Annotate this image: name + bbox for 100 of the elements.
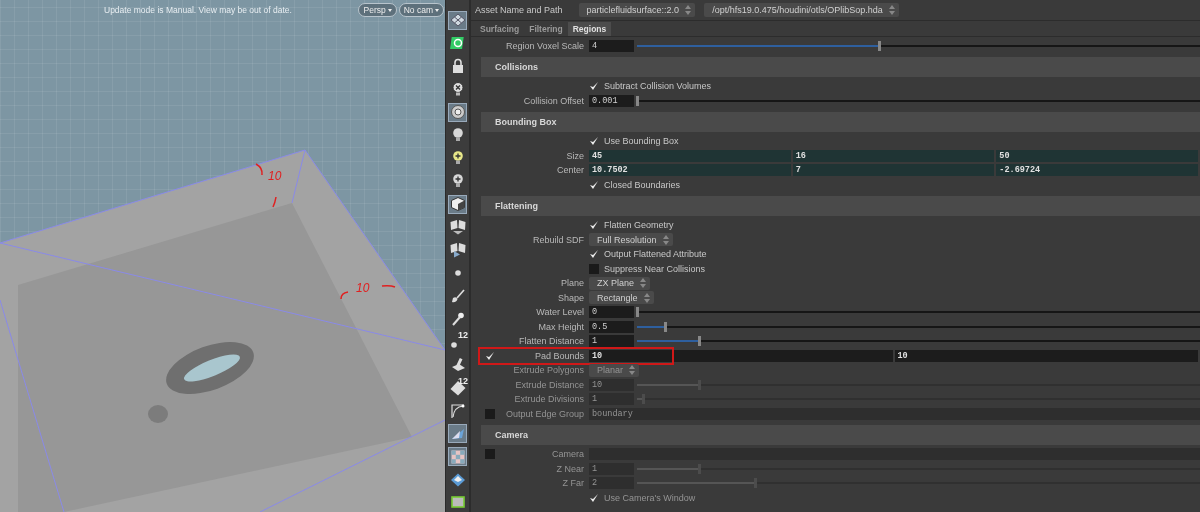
dot-icon	[451, 342, 457, 349]
checker-icon	[449, 448, 466, 465]
vector-field[interactable]: 50	[996, 149, 1198, 162]
vector-field[interactable]: 45	[589, 149, 791, 162]
slider-track[interactable]	[637, 94, 1200, 107]
tab[interactable]: Regions	[567, 22, 612, 36]
asset-name-dropdown[interactable]: particlefluidsurface::2.0	[578, 3, 696, 17]
frame-icon	[449, 494, 466, 511]
number-field[interactable]: 0.5	[589, 320, 634, 333]
slider-handle[interactable]	[636, 307, 639, 318]
vector-field[interactable]: 10	[589, 349, 893, 362]
tool-button[interactable]	[448, 194, 467, 214]
diamond-icon	[449, 471, 466, 488]
slider-track[interactable]	[637, 462, 1200, 475]
parameter-label: Extrude Polygons	[513, 365, 584, 376]
slider-handle[interactable]	[878, 40, 882, 51]
updown-icon	[629, 365, 635, 376]
section-header[interactable]: Flattening	[481, 195, 1200, 216]
section-header[interactable]: Camera	[481, 424, 1200, 445]
view-menu-button[interactable]: Persp	[358, 3, 397, 17]
bracket-mark	[340, 291, 349, 300]
parameter-label: Output Edge Group	[505, 408, 584, 419]
dropdown[interactable]: Rectangle	[589, 291, 654, 305]
slider-track[interactable]	[637, 393, 1200, 406]
parameter-label: Extrude Distance	[515, 379, 584, 390]
parameter-label: Water Level	[536, 307, 584, 318]
slider-handle[interactable]	[697, 336, 701, 347]
curve-icon	[449, 402, 466, 419]
parameter-label: Region Voxel Scale	[505, 40, 584, 51]
checkbox-label: Flatten Geometry	[604, 220, 674, 231]
slider-track[interactable]	[637, 477, 1200, 490]
slider-handle[interactable]	[636, 95, 639, 106]
checkbox[interactable]	[589, 263, 599, 274]
grid-icon	[449, 12, 466, 29]
tool-button[interactable]	[448, 401, 467, 421]
asset-path-dropdown[interactable]: /opt/hfs19.0.475/houdini/otls/OPlibSop.hda	[704, 3, 899, 17]
slider-track[interactable]	[637, 320, 1200, 333]
tool-button[interactable]: 12	[448, 378, 467, 398]
number-field[interactable]: 4	[589, 39, 634, 52]
dropdown[interactable]: Full Resolution	[589, 233, 673, 247]
parameter-label: Size	[566, 150, 584, 161]
checkbox-label: Use Bounding Box	[604, 136, 679, 147]
number-field[interactable]: 0.001	[589, 94, 634, 107]
vector-field[interactable]: -2.69724	[996, 164, 1198, 177]
slider-track[interactable]	[637, 378, 1200, 391]
updown-icon	[888, 5, 895, 15]
bracket-mark	[272, 196, 277, 208]
tool-button[interactable]	[448, 447, 467, 467]
brush-icon	[449, 287, 466, 304]
parameter-label: Pad Bounds	[534, 350, 584, 361]
section-header[interactable]: Bounding Box	[481, 111, 1200, 132]
viewport[interactable]: 10 10 Update mode is Manual. View may be out of date. Persp No cam	[0, 0, 445, 512]
number-field[interactable]: 0	[589, 306, 634, 319]
checkbox-label: Output Flattened Attribute	[604, 249, 707, 260]
updown-icon	[685, 5, 692, 15]
parameter-label: Flatten Distance	[518, 336, 584, 347]
updown-icon	[640, 278, 647, 289]
vector-field[interactable]: 7	[792, 164, 995, 177]
caret-icon	[387, 8, 392, 12]
status-message: Update mode is Manual. View may be out of date.	[104, 5, 292, 15]
slider-handle[interactable]	[664, 321, 668, 332]
slider-track[interactable]	[637, 335, 1200, 348]
vector-field[interactable]: 16	[792, 149, 995, 162]
field-label: Asset Name and Path	[475, 4, 563, 16]
caret-icon	[435, 8, 439, 12]
parameter-label: Z Far	[562, 478, 584, 489]
tool-button[interactable]	[448, 102, 467, 122]
icon-label: 12	[458, 376, 468, 387]
tool-button[interactable]: 12	[448, 332, 467, 352]
parameter-label: Plane	[560, 278, 584, 289]
parameter-label: Collision Offset	[523, 95, 584, 106]
tool-button[interactable]	[448, 424, 467, 444]
checkbox-label: Use Camera's Window	[604, 492, 696, 503]
rotate-icon	[449, 35, 466, 52]
checkbox-label: Suppress Near Collisions	[604, 263, 706, 274]
parameter-label: Z Near	[556, 463, 584, 474]
parameter-label: Rebuild SDF	[532, 234, 584, 245]
checkbox-label: Closed Boundaries	[604, 179, 681, 190]
parameter-label: Center	[557, 165, 584, 176]
annotation-text: 10	[356, 281, 370, 295]
parameter-label: Camera	[552, 449, 584, 460]
section-header[interactable]: Collisions	[481, 56, 1200, 77]
dropdown[interactable]: ZX Plane	[589, 276, 651, 290]
disc-icon	[449, 104, 466, 121]
checkbox-label: Subtract Collision Volumes	[604, 81, 712, 92]
parameter-label: Extrude Divisions	[514, 394, 584, 405]
cube-icon	[449, 196, 466, 213]
tool-button[interactable]	[448, 11, 467, 30]
pin-icon	[449, 310, 466, 327]
vector-field[interactable]: 10.7502	[589, 164, 791, 177]
annotation-text: 10	[268, 169, 282, 183]
parameter-label: Shape	[557, 292, 584, 303]
parameter-label: Max Height	[538, 321, 584, 332]
bracket-mark	[255, 163, 263, 176]
slider-track[interactable]	[637, 39, 1200, 52]
slider-track[interactable]	[637, 306, 1200, 319]
vector-field[interactable]: 10	[894, 349, 1198, 362]
number-field[interactable]: 1	[589, 335, 634, 348]
icon-label: 12	[458, 330, 468, 341]
view-menu-button[interactable]: No cam	[398, 3, 444, 17]
